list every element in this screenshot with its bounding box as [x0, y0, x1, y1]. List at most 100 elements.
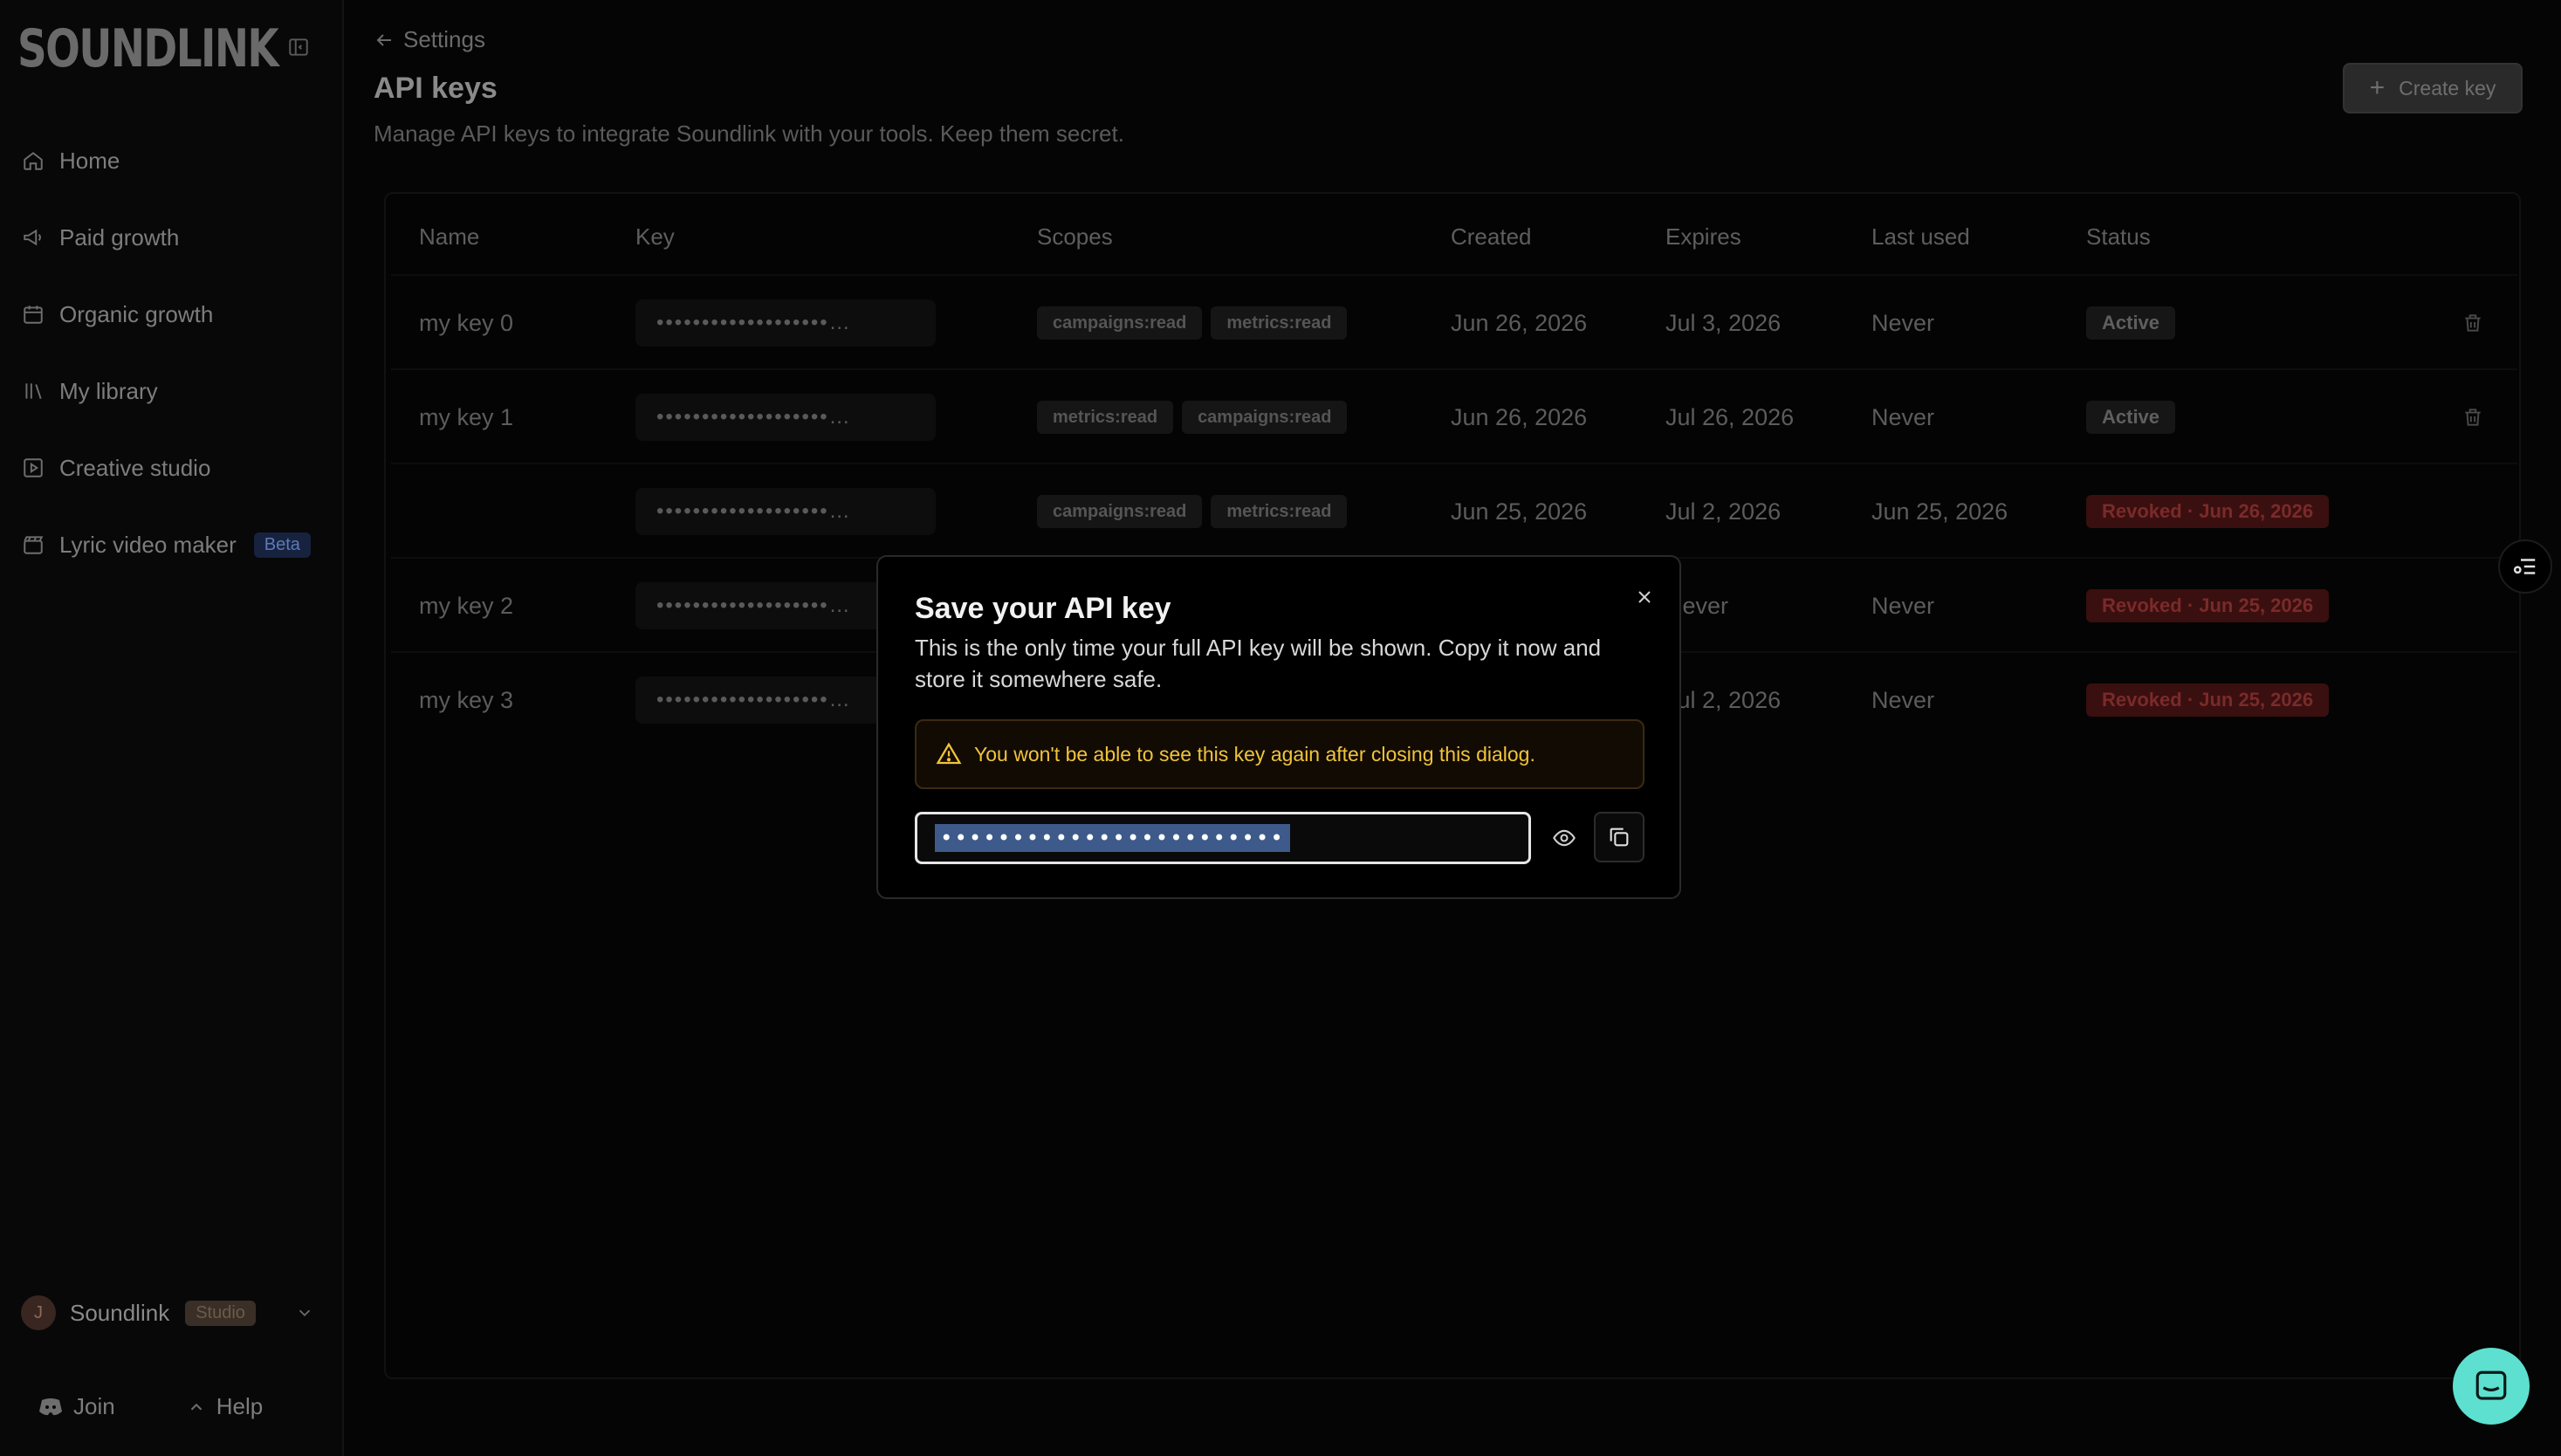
status-badge: Revoked · Jun 26, 2026	[2086, 495, 2330, 528]
home-icon	[21, 148, 45, 173]
copy-icon	[1610, 828, 1629, 847]
play-square-icon	[21, 456, 45, 480]
sidebar-item-paid-growth[interactable]: Paid growth	[0, 199, 344, 276]
collapse-sidebar-button[interactable]	[285, 33, 312, 61]
account-switcher[interactable]: J Soundlink Studio	[21, 1295, 326, 1330]
column-header-name[interactable]: Name	[419, 223, 479, 251]
scope-badge: metrics:read	[1037, 401, 1174, 434]
status-badge: Revoked · Jun 25, 2026	[2086, 589, 2330, 622]
sidebar-item-label: Creative studio	[59, 454, 211, 481]
table-row[interactable]: my key 0 •••••••••••••••••••… campaigns:…	[391, 274, 2517, 368]
column-header-key[interactable]: Key	[635, 223, 675, 251]
sidebar-footer: Join Help	[38, 1393, 263, 1420]
join-discord-link[interactable]: Join	[38, 1393, 115, 1420]
arrow-left-icon	[376, 33, 391, 46]
trash-icon	[2465, 314, 2481, 332]
support-chat-button[interactable]	[2453, 1348, 2530, 1425]
sidebar-item-label: Organic growth	[59, 300, 214, 327]
scopes-list: campaigns:read metrics:read	[1037, 276, 1356, 370]
status-badge: Active	[2086, 401, 2176, 434]
back-label: Settings	[403, 26, 485, 52]
key-name: my key 3	[419, 686, 514, 713]
masked-key[interactable]: •••••••••••••••••••…	[635, 299, 936, 347]
scope-badge: campaigns:read	[1037, 495, 1203, 528]
last-used: Never	[1871, 592, 1935, 619]
close-icon	[1638, 591, 1651, 603]
created-date: Jun 26, 2026	[1451, 403, 1588, 430]
column-header-scopes[interactable]: Scopes	[1037, 223, 1113, 251]
create-key-button[interactable]: + Create key	[2343, 63, 2523, 113]
dialog-description: This is the only time your full API key …	[915, 635, 1602, 692]
back-to-settings-link[interactable]: Settings	[374, 26, 485, 53]
chevron-up-icon	[190, 1403, 202, 1410]
scope-badge: metrics:read	[1211, 306, 1348, 340]
megaphone-icon	[21, 225, 45, 250]
column-header-expires[interactable]: Expires	[1665, 223, 1741, 251]
status-badge: Revoked · Jun 25, 2026	[2086, 683, 2330, 717]
api-key-field[interactable]: ••••••••••••••••••••••••	[915, 812, 1531, 864]
column-header-status[interactable]: Status	[2086, 223, 2151, 251]
close-dialog-button[interactable]	[1627, 580, 1662, 615]
masked-key[interactable]: •••••••••••••••••••…	[635, 394, 936, 441]
scopes-list: campaigns:read metrics:read	[1037, 464, 1356, 559]
plus-icon: +	[2369, 73, 2386, 102]
chat-icon	[2475, 1370, 2507, 1400]
scope-badge: campaigns:read	[1037, 306, 1203, 340]
warning-text: You won't be able to see this key again …	[974, 742, 1535, 766]
last-used: Never	[1871, 309, 1935, 336]
discord-icon	[39, 1398, 62, 1415]
create-key-label: Create key	[2399, 76, 2496, 100]
delete-key-button[interactable]	[2461, 370, 2484, 464]
last-used: Never	[1871, 403, 1935, 430]
toggle-key-visibility-button[interactable]	[1545, 819, 1583, 857]
table-row[interactable]: my key 1 •••••••••••••••••••… metrics:re…	[391, 368, 2517, 463]
sidebar-toggle-icon	[289, 38, 308, 56]
table-header: Name Key Scopes Created Expires Last use…	[386, 223, 2519, 260]
key-name: my key 0	[419, 309, 514, 336]
account-name: Soundlink	[70, 1299, 170, 1326]
filter-button[interactable]	[2498, 539, 2552, 594]
library-icon	[21, 379, 45, 403]
table-row[interactable]: •••••••••••••••••••… campaigns:read metr…	[391, 463, 2517, 557]
sidebar-item-organic-growth[interactable]: Organic growth	[0, 276, 344, 353]
warning-triangle-icon	[936, 742, 962, 765]
trash-icon	[2465, 409, 2481, 426]
calendar-icon	[21, 302, 45, 326]
help-link[interactable]: Help	[187, 1393, 263, 1420]
created-date: Jun 25, 2026	[1451, 498, 1588, 525]
copy-key-button[interactable]	[1594, 812, 1644, 862]
expires-date: Jul 3, 2026	[1665, 309, 1782, 336]
avatar: J	[21, 1295, 56, 1330]
page-description: Manage API keys to integrate Soundlink w…	[374, 120, 1124, 147]
scope-badge: campaigns:read	[1182, 401, 1348, 434]
column-header-created[interactable]: Created	[1451, 223, 1532, 251]
logo[interactable]: SOUNDLINK	[17, 19, 279, 79]
eye-icon	[1553, 829, 1576, 847]
save-api-key-dialog: Save your API key This is the only time …	[876, 555, 1681, 899]
last-used: Never	[1871, 686, 1935, 713]
column-header-last-used[interactable]: Last used	[1871, 223, 1970, 251]
sidebar-item-label: My library	[59, 377, 158, 404]
sidebar-item-my-library[interactable]: My library	[0, 353, 344, 429]
chevron-down-icon	[299, 1309, 311, 1317]
masked-key[interactable]: •••••••••••••••••••…	[635, 488, 936, 535]
sidebar-item-home[interactable]: Home	[0, 122, 344, 199]
expires-date: Jul 2, 2026	[1665, 686, 1782, 713]
scopes-list: metrics:read campaigns:read	[1037, 370, 1356, 464]
key-name: my key 1	[419, 403, 514, 430]
delete-key-button[interactable]	[2461, 276, 2484, 370]
sidebar: SOUNDLINK Home Paid growth Organic growt…	[0, 0, 344, 1456]
created-date: Jun 26, 2026	[1451, 309, 1588, 336]
sidebar-item-label: Home	[59, 147, 120, 174]
clapperboard-icon	[21, 532, 45, 557]
scope-badge: metrics:read	[1211, 495, 1348, 528]
join-label: Join	[73, 1393, 115, 1419]
dialog-title: Save your API key	[915, 592, 1171, 625]
api-key-value[interactable]: ••••••••••••••••••••••••	[935, 824, 1290, 852]
sidebar-item-creative-studio[interactable]: Creative studio	[0, 429, 344, 506]
expires-date: Jul 26, 2026	[1665, 403, 1795, 430]
beta-badge: Beta	[253, 532, 311, 558]
sidebar-item-lyric-video-maker[interactable]: Lyric video maker Beta	[0, 506, 344, 583]
main-nav: Home Paid growth Organic growth My libra…	[0, 122, 344, 583]
warning-banner: You won't be able to see this key again …	[915, 719, 1644, 789]
